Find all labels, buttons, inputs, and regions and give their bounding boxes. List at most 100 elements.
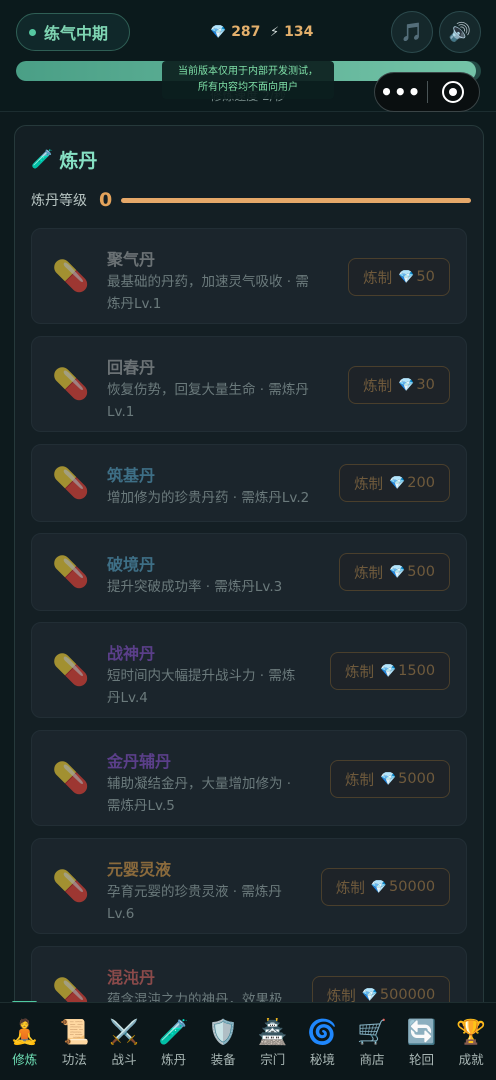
craft-label: 炼制 — [354, 565, 384, 582]
nav-icon: ⚔️ — [109, 1018, 139, 1046]
recipe-desc: 短时间内大幅提升战斗力 · 需炼 丹Lv.4 — [107, 665, 295, 709]
nav-item-战斗[interactable]: ⚔️ 战斗 — [99, 1003, 149, 1080]
nav-label: 秘境 — [309, 1052, 335, 1067]
recipe-card: 💊 元婴灵液孕育元婴的珍贵灵液 · 需炼丹 Lv.6 炼制 💎 50000 — [31, 838, 467, 934]
craft-button[interactable]: 炼制 💎 50 — [348, 258, 450, 296]
nav-item-秘境[interactable]: 🌀 秘境 — [298, 1003, 348, 1080]
craft-cost: 200 — [407, 475, 435, 491]
miniapp-capsule: ••• — [374, 72, 480, 112]
craft-label: 炼制 — [363, 378, 393, 395]
recipe-name: 混沌丹 — [107, 968, 156, 987]
nav-label: 炼丹 — [161, 1052, 187, 1067]
craft-cost: 1500 — [398, 663, 436, 679]
diamond-icon: 💎 — [398, 269, 415, 285]
recipe-name: 筑基丹 — [107, 466, 156, 485]
nav-icon: 🌀 — [307, 1018, 338, 1046]
recipe-desc-line: 提升突破成功率 · 需炼丹Lv.3 — [107, 579, 283, 595]
gems-counter: 💎 287 — [210, 22, 260, 42]
nav-label: 轮回 — [409, 1052, 435, 1067]
energy-value: 134 — [284, 24, 314, 40]
level-value: 0 — [99, 189, 113, 211]
recipe-desc: 提升突破成功率 · 需炼丹Lv.3 — [107, 576, 282, 598]
panel-title: 🧪 炼丹 — [31, 146, 97, 172]
recipe-name: 元婴灵液 — [107, 860, 172, 879]
nav-icon: 🧘 — [9, 1018, 40, 1046]
craft-label: 炼制 — [344, 664, 374, 681]
recipe-card: 💊 破境丹提升突破成功率 · 需炼丹Lv.3 炼制 💎 500 — [31, 533, 467, 611]
diamond-icon: 💎 — [210, 24, 227, 40]
craft-button[interactable]: 炼制 💎 50000 — [321, 868, 450, 906]
craft-button[interactable]: 炼制 💎 200 — [339, 464, 450, 502]
recipe-desc-line: 最基础的丹药，加速灵气吸收 · 需 — [107, 274, 309, 290]
craft-cost: 50000 — [389, 879, 436, 895]
more-dots-icon[interactable]: ••• — [375, 80, 427, 104]
status-dot-icon — [29, 28, 36, 36]
music-button[interactable]: 🎵 — [391, 11, 433, 53]
recipe-desc-line: 丹Lv.4 — [107, 690, 148, 706]
recipe-desc: 恢复伤势，回复大量生命 · 需炼丹 Lv.1 — [107, 379, 309, 423]
craft-cost: 500 — [407, 564, 435, 580]
notice-line-1: 当前版本仅用于内部开发测试， — [178, 66, 318, 77]
craft-label: 炼制 — [335, 880, 365, 897]
recipe-desc-line: 恢复伤势，回复大量生命 · 需炼丹 — [107, 382, 309, 398]
pill-icon: 💊 — [52, 761, 90, 796]
gems-value: 287 — [231, 24, 261, 40]
close-target-icon[interactable] — [427, 81, 479, 103]
recipe-name: 破境丹 — [107, 555, 156, 574]
nav-icon: 🛒 — [357, 1018, 387, 1046]
bottom-nav: 🧘 修炼 📜 功法 ⚔️ 战斗 🧪 炼丹 🛡️ 装备 🏯 宗门 🌀 秘境 🛒 商店 🔄 轮回 🏆 成就 — [0, 1002, 496, 1080]
level-progress-bar — [121, 197, 471, 203]
nav-label: 功法 — [61, 1052, 87, 1067]
test-tube-icon: 🧪 — [31, 148, 54, 170]
level-label: 炼丹等级 — [31, 193, 87, 209]
nav-icon: 🔄 — [406, 1018, 437, 1046]
pill-icon: 💊 — [52, 869, 90, 904]
nav-item-炼丹[interactable]: 🧪 炼丹 — [149, 1003, 199, 1080]
nav-item-商店[interactable]: 🛒 商店 — [347, 1003, 397, 1080]
diamond-icon: 💎 — [361, 987, 378, 1003]
recipe-name: 回春丹 — [107, 358, 156, 377]
diamond-icon: 💎 — [379, 771, 397, 787]
nav-item-成就[interactable]: 🏆 成就 — [446, 1003, 496, 1080]
craft-label: 炼制 — [354, 476, 384, 493]
pill-icon: 💊 — [52, 466, 90, 501]
recipe-desc: 增加修为的珍贵丹药 · 需炼丹Lv.2 — [107, 487, 309, 509]
music-note-icon: 🎵 — [400, 21, 424, 43]
craft-cost: 50 — [416, 269, 435, 285]
nav-label: 修炼 — [12, 1052, 38, 1067]
recipe-card: 💊 筑基丹增加修为的珍贵丹药 · 需炼丹Lv.2 炼制 💎 200 — [31, 444, 467, 522]
nav-icon: 📜 — [59, 1018, 90, 1046]
nav-item-轮回[interactable]: 🔄 轮回 — [397, 1003, 447, 1080]
recipe-name: 战神丹 — [107, 644, 156, 663]
lightning-icon: ⚡ — [270, 24, 280, 40]
realm-badge[interactable]: 练气中期 — [16, 13, 130, 51]
diamond-icon: 💎 — [389, 564, 406, 580]
craft-button[interactable]: 炼制 💎 30 — [348, 366, 450, 404]
sound-button[interactable]: 🔊 — [439, 11, 481, 53]
recipe-desc: 辅助凝结金丹，大量增加修为 · 需炼丹Lv.5 — [107, 773, 291, 817]
panel-title-text: 炼丹 — [59, 149, 98, 172]
notice-line-2: 所有内容均不面向用户 — [198, 82, 298, 93]
recipe-desc-line: Lv.6 — [107, 906, 135, 922]
diamond-icon: 💎 — [389, 475, 406, 491]
nav-item-功法[interactable]: 📜 功法 — [50, 1003, 100, 1080]
craft-cost: 5000 — [398, 771, 436, 787]
dev-notice-toast: 当前版本仅用于内部开发测试， 所有内容均不面向用户 — [162, 61, 334, 99]
nav-icon: 🏯 — [257, 1018, 288, 1046]
speaker-icon: 🔊 — [448, 21, 472, 43]
energy-counter: ⚡ 134 — [270, 22, 313, 42]
nav-item-宗门[interactable]: 🏯 宗门 — [248, 1003, 298, 1080]
realm-label: 练气中期 — [44, 24, 109, 43]
craft-button[interactable]: 炼制 💎 1500 — [330, 652, 450, 690]
nav-item-装备[interactable]: 🛡️ 装备 — [198, 1003, 248, 1080]
craft-button[interactable]: 炼制 💎 5000 — [330, 760, 450, 798]
pill-icon: 💊 — [52, 259, 90, 294]
recipe-desc: 孕育元婴的珍贵灵液 · 需炼丹 Lv.6 — [107, 881, 282, 925]
recipe-name: 聚气丹 — [107, 250, 156, 269]
nav-item-修炼[interactable]: 🧘 修炼 — [0, 1003, 50, 1080]
pill-icon: 💊 — [52, 555, 90, 590]
craft-button[interactable]: 炼制 💎 500 — [339, 553, 450, 591]
diamond-icon: 💎 — [370, 879, 388, 895]
top-bar: 练气中期 💎 287 ⚡ 134 🎵 🔊 修炼速度 2/秒 当前版本仅用于内部开… — [0, 0, 496, 112]
recipe-desc-line: 需炼丹Lv.5 — [107, 798, 175, 814]
